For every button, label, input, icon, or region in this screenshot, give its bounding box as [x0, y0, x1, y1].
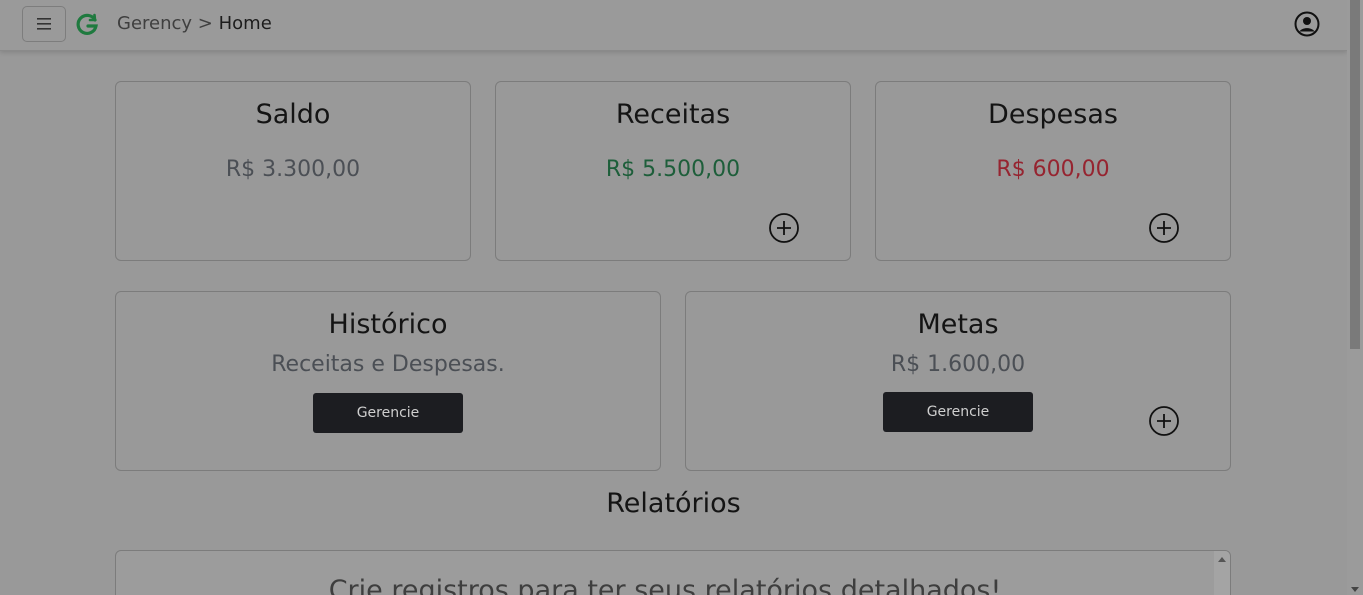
despesas-title: Despesas [988, 99, 1118, 130]
relatorios-scrollbar[interactable] [1214, 551, 1230, 595]
receitas-card: Receitas R$ 5.500,00 [495, 81, 851, 261]
scrollbar-thumb[interactable] [1350, 0, 1360, 349]
add-despesa-button[interactable] [1148, 212, 1180, 244]
despesas-card: Despesas R$ 600,00 [875, 81, 1231, 261]
breadcrumb: Gerency > Home [117, 13, 272, 35]
receitas-value: R$ 5.500,00 [605, 157, 741, 182]
relatorios-empty-message: Crie registros para ter seus relatórios … [328, 575, 1002, 595]
top-navbar: Gerency > Home [0, 0, 1347, 51]
gerency-logo-icon[interactable] [75, 12, 99, 36]
breadcrumb-root[interactable]: Gerency [117, 13, 192, 34]
relatorios-heading: Relatórios [606, 488, 741, 519]
saldo-title: Saldo [255, 99, 331, 130]
metas-title: Metas [917, 309, 999, 340]
page-scrollbar[interactable] [1347, 0, 1363, 595]
despesas-value: R$ 600,00 [996, 157, 1110, 182]
scroll-up-arrow-icon[interactable] [1218, 557, 1226, 562]
user-circle-icon[interactable] [1294, 11, 1320, 37]
metas-value: R$ 1.600,00 [890, 352, 1026, 377]
historico-subtitle: Receitas e Despesas. [271, 352, 505, 377]
metas-gerencie-button[interactable]: Gerencie [883, 392, 1033, 432]
relatorios-panel[interactable]: Crie registros para ter seus relatórios … [115, 550, 1231, 595]
breadcrumb-separator: > [197, 13, 213, 34]
historico-card: Histórico Receitas e Despesas. Gerencie [115, 291, 661, 471]
breadcrumb-current: Home [218, 13, 272, 34]
saldo-value: R$ 3.300,00 [225, 157, 361, 182]
historico-title: Histórico [328, 309, 448, 340]
scroll-down-arrow-icon[interactable] [1351, 587, 1359, 592]
metas-card: Metas R$ 1.600,00 Gerencie [685, 291, 1231, 471]
menu-toggle-button[interactable] [22, 6, 66, 42]
add-receita-button[interactable] [768, 212, 800, 244]
receitas-title: Receitas [615, 99, 731, 130]
add-meta-button[interactable] [1148, 405, 1180, 437]
saldo-card: Saldo R$ 3.300,00 [115, 81, 471, 261]
historico-gerencie-button[interactable]: Gerencie [313, 393, 463, 433]
hamburger-icon [37, 18, 51, 30]
